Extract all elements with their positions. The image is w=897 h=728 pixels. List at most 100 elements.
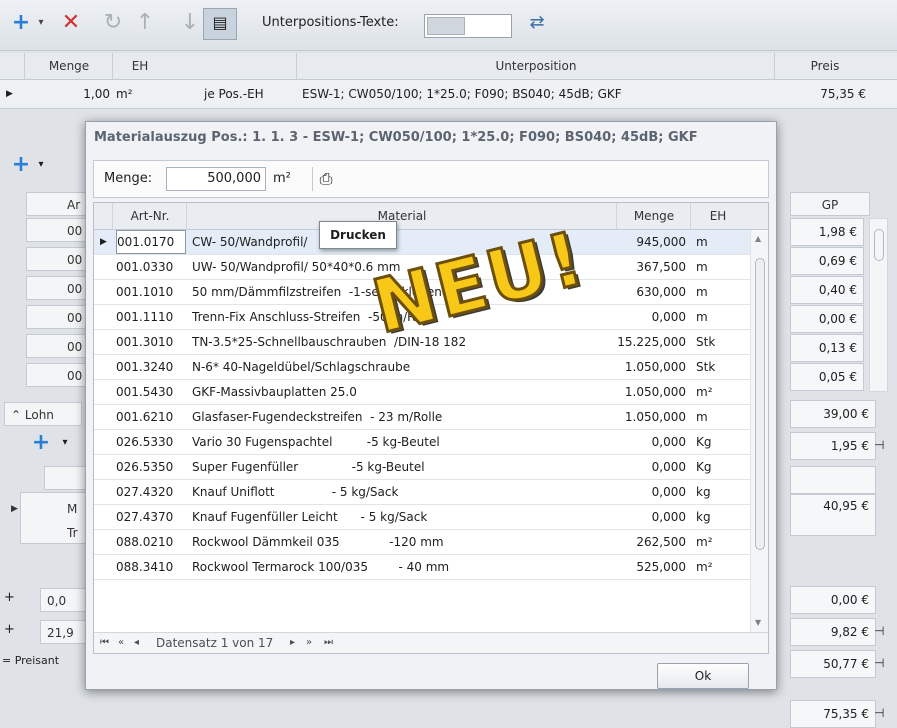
gp-value: 1,98 € [790, 218, 864, 246]
dropdown-icon[interactable]: ▾ [34, 150, 48, 180]
m-row[interactable]: ▶ M Tr [11, 492, 88, 544]
cell-artnr: 001.1010 [116, 285, 174, 299]
pin-icon[interactable]: ⊣ [874, 618, 884, 644]
prev-record-icon[interactable]: ◂ [134, 633, 139, 653]
col-menge[interactable]: Menge [616, 203, 691, 229]
dropdown-icon[interactable]: ▾ [58, 428, 72, 458]
first-record-icon[interactable]: ⏮ [100, 633, 109, 653]
cell-eh: m [696, 260, 708, 274]
table-row[interactable]: 027.4320 Knauf Uniflott - 5 kg/Sack 0,000 k… [94, 480, 750, 505]
unterpositions-texte-label: Unterpositions-Texte: [262, 15, 399, 30]
cell-artnr: 027.4370 [116, 510, 174, 524]
arrow-up-icon[interactable]: ↑ [132, 8, 158, 38]
row-indicator-icon: ▶ [100, 237, 107, 247]
pin-icon[interactable]: ⊣ [874, 650, 884, 676]
delete-icon[interactable]: ✕ [58, 8, 84, 38]
col-artnr[interactable]: Art-Nr. [112, 203, 187, 229]
menge-input[interactable]: 500,000 [166, 167, 266, 191]
undo-icon[interactable]: ↻ [100, 8, 126, 38]
row-menge: 1,00 [83, 87, 110, 101]
scroll-down-icon[interactable]: ▼ [755, 618, 761, 627]
pin-icon[interactable]: ⊣ [874, 700, 884, 726]
table-row[interactable]: 088.3410 Rockwool Termarock 100/035 - 40 … [94, 555, 750, 580]
col-eh[interactable]: EH [690, 203, 745, 229]
gp-value: 0,69 € [790, 247, 864, 275]
cell-material: Glasfaser-Fugendeckstreifen - 23 m/Rolle [192, 410, 443, 424]
ok-button[interactable]: Ok [657, 663, 749, 689]
material-table-header: Art-Nr. Material Menge EH [94, 203, 768, 230]
col-eh[interactable]: EH [112, 53, 167, 79]
toggle-knob [427, 17, 465, 35]
blank-value [790, 466, 876, 494]
table-row[interactable]: 001.3240 N-6* 40-Nageldübel/Schlagschraub… [94, 355, 750, 380]
top-grid-header: Menge EH Unterposition Preis [0, 53, 897, 80]
add-icon[interactable]: + [28, 428, 54, 458]
table-row[interactable]: 088.0210 Rockwool Dämmkeil 035 -120 mm 262… [94, 530, 750, 555]
cell-material: GKF-Massivbauplatten 25.0 [192, 385, 357, 399]
cell-menge: 0,000 [651, 310, 686, 324]
cell-material: Knauf Fugenfüller Leicht - 5 kg/Sack [192, 510, 428, 524]
menge-bar: Menge: 500,000 m² ⎙ [93, 160, 769, 198]
tr-label: Tr [67, 526, 78, 540]
background-scrollbar[interactable] [869, 218, 888, 392]
cell-artnr: 001.0170 [116, 230, 186, 254]
cell-eh: m² [696, 385, 713, 399]
translate-icon[interactable]: ⇄ [522, 8, 552, 38]
plus-icon: + [4, 590, 15, 605]
row-indicator-icon: ▶ [11, 504, 18, 514]
cell-menge: 1.050,000 [624, 360, 686, 374]
lohn-label: Lohn [24, 408, 54, 422]
col-menge[interactable]: Menge [24, 53, 113, 79]
scroll-thumb[interactable] [755, 258, 765, 550]
collapse-icon[interactable]: ⌃ [11, 408, 25, 422]
next-page-icon[interactable]: » [306, 633, 312, 653]
pin-icon[interactable]: ⊣ [874, 432, 884, 458]
cell-menge: 1.050,000 [624, 385, 686, 399]
table-row[interactable]: 027.4370 Knauf Fugenfüller Leicht - 5 kg/… [94, 505, 750, 530]
menge-label: Menge: [104, 171, 153, 186]
cell-artnr: 001.6210 [116, 410, 174, 424]
cell-eh: Kg [696, 460, 712, 474]
preisant-value: 50,77 € [790, 650, 876, 678]
text-toggle-icon[interactable]: ▤ [203, 8, 237, 40]
gp-value: 0,00 € [790, 305, 864, 333]
cell-artnr: 001.3240 [116, 360, 174, 374]
row-indicator-icon: ▶ [6, 89, 13, 99]
table-row[interactable]: 001.6210 Glasfaser-Fugendeckstreifen - 23… [94, 405, 750, 430]
cell-material: Super Fugenfüller -5 kg-Beutel [192, 460, 425, 474]
background-scroll-thumb[interactable] [874, 229, 884, 261]
arrow-down-icon[interactable]: ↓ [180, 8, 200, 38]
table-row[interactable]: 001.5430 GKF-Massivbauplatten 25.0 1.050,0… [94, 380, 750, 405]
prev-page-icon[interactable]: « [118, 633, 124, 653]
table-row[interactable]: 026.5350 Super Fugenfüller -5 kg-Beutel 0,… [94, 455, 750, 480]
table-row[interactable]: 026.5330 Vario 30 Fugenspachtel -5 kg-Beu… [94, 430, 750, 455]
table-row[interactable]: ▶001.0170CW- 50/Wandprofil/m945,000m [94, 230, 750, 255]
cell-eh: m² [696, 535, 713, 549]
cell-eh: kg [696, 485, 711, 499]
cell-eh: Kg [696, 435, 712, 449]
gp-value: 0,40 € [790, 276, 864, 304]
col-preis[interactable]: Preis [774, 53, 875, 79]
print-icon[interactable]: ⎙ [312, 167, 339, 191]
m-label: M [67, 502, 78, 516]
cell-artnr: 001.0330 [116, 260, 174, 274]
add-icon[interactable]: + [8, 150, 34, 180]
last-record-icon[interactable]: ⏭ [324, 633, 333, 653]
plus2-field[interactable]: 21,9 [40, 620, 88, 644]
cell-menge: 1.050,000 [624, 410, 686, 424]
plus-icon: + [4, 622, 15, 637]
dropdown-icon[interactable]: ▾ [34, 8, 48, 38]
scroll-up-icon[interactable]: ▲ [755, 234, 761, 243]
plus1-field[interactable]: 0,0 [40, 588, 88, 612]
cell-material: N-6* 40-Nageldübel/Schlagschraube [192, 360, 411, 374]
col-unterposition[interactable]: Unterposition [296, 53, 775, 79]
cell-menge: 262,500 [636, 535, 686, 549]
cell-eh: Stk [696, 335, 716, 349]
unterpositions-texte-toggle[interactable] [424, 14, 512, 38]
top-grid-row[interactable]: ▶ 1,00 m² je Pos.-EH ESW-1; CW050/100; 1… [0, 80, 897, 109]
add-icon[interactable]: + [8, 8, 34, 38]
material-scrollbar[interactable]: ▲ ▼ [750, 230, 768, 632]
lohn-section[interactable]: ⌃ Lohn [4, 402, 82, 426]
next-record-icon[interactable]: ▸ [290, 633, 295, 653]
row-unterposition: ESW-1; CW050/100; 1*25.0; F090; BS040; 4… [302, 87, 622, 101]
